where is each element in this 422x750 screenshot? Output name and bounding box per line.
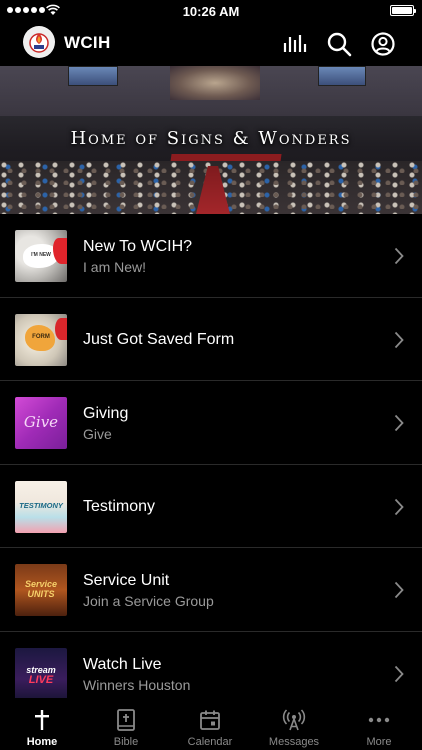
menu-item-subtitle: Give (83, 426, 112, 442)
app-header: WCIH (0, 22, 422, 66)
new-visitor-thumbnail: I'M NEW (15, 230, 67, 282)
tab-bible[interactable]: Bible (84, 698, 168, 750)
tab-label: Calendar (187, 736, 233, 748)
menu-list: I'M NEW New To WCIH? I am New! FORM Just… (0, 214, 422, 715)
chevron-right-icon (394, 498, 404, 515)
chevron-right-icon (394, 665, 404, 682)
saved-form-thumbnail: FORM (15, 313, 67, 366)
watch-live-thumbnail: stream LIVE (15, 647, 67, 700)
menu-item-title: Testimony (83, 497, 156, 515)
testimony-thumbnail: TESTIMONY (15, 480, 67, 533)
menu-item-new-to-wcih[interactable]: I'M NEW New To WCIH? I am New! (0, 214, 422, 298)
menu-item-subtitle: I am New! (83, 259, 147, 275)
menu-item-subtitle: Join a Service Group (83, 593, 214, 609)
calendar-icon (198, 708, 222, 732)
menu-item-title: New To WCIH? (83, 238, 193, 255)
tab-label: More (366, 736, 392, 748)
hero-side-screen (318, 66, 366, 86)
church-logo[interactable] (23, 26, 55, 58)
chevron-right-icon (394, 247, 404, 265)
audio-bars-icon[interactable] (281, 31, 307, 57)
menu-item-just-got-saved[interactable]: FORM Just Got Saved Form (0, 298, 422, 381)
chevron-right-icon (394, 414, 404, 432)
tab-label: Bible (113, 736, 139, 748)
more-dots-icon (367, 708, 391, 732)
menu-item-service-unit[interactable]: Service UNITS Service Unit Join a Servic… (0, 548, 422, 632)
giving-thumbnail: Give (15, 397, 67, 449)
cross-icon (30, 708, 54, 732)
menu-item-testimony[interactable]: TESTIMONY Testimony (0, 465, 422, 548)
app-title: WCIH (64, 33, 111, 52)
tab-more[interactable]: More (337, 698, 421, 750)
battery-icon (390, 5, 416, 16)
chevron-right-icon (394, 331, 404, 348)
menu-item-giving[interactable]: Give Giving Give (0, 381, 422, 465)
menu-item-title: Giving (83, 405, 129, 422)
menu-item-title: Watch Live (83, 655, 162, 673)
hero-main-screen (170, 66, 260, 100)
hero-caption: Home of Signs & Wonders (70, 128, 352, 149)
profile-icon[interactable] (370, 31, 396, 57)
service-unit-thumbnail: Service UNITS (15, 564, 67, 616)
hero-banner[interactable]: Home of Signs & Wonders (0, 66, 422, 214)
menu-item-title: Service Unit (83, 572, 170, 589)
tab-label: Home (26, 736, 58, 748)
search-icon[interactable] (326, 31, 352, 57)
tab-label: Messages (268, 736, 320, 748)
status-time: 10:26 AM (182, 4, 240, 19)
hero-side-screen (68, 66, 118, 86)
chevron-right-icon (394, 581, 404, 599)
tab-home[interactable]: Home (0, 698, 84, 750)
menu-item-subtitle: Winners Houston (83, 676, 191, 693)
tab-messages[interactable]: Messages (252, 698, 336, 750)
menu-item-title: Just Got Saved Form (83, 330, 235, 348)
bottom-tab-bar: Home Bible Calendar Messages More (0, 698, 422, 750)
tab-calendar[interactable]: Calendar (168, 698, 252, 750)
bible-icon (114, 708, 138, 732)
status-bar: 10:26 AM (0, 0, 422, 22)
broadcast-icon (282, 708, 306, 732)
